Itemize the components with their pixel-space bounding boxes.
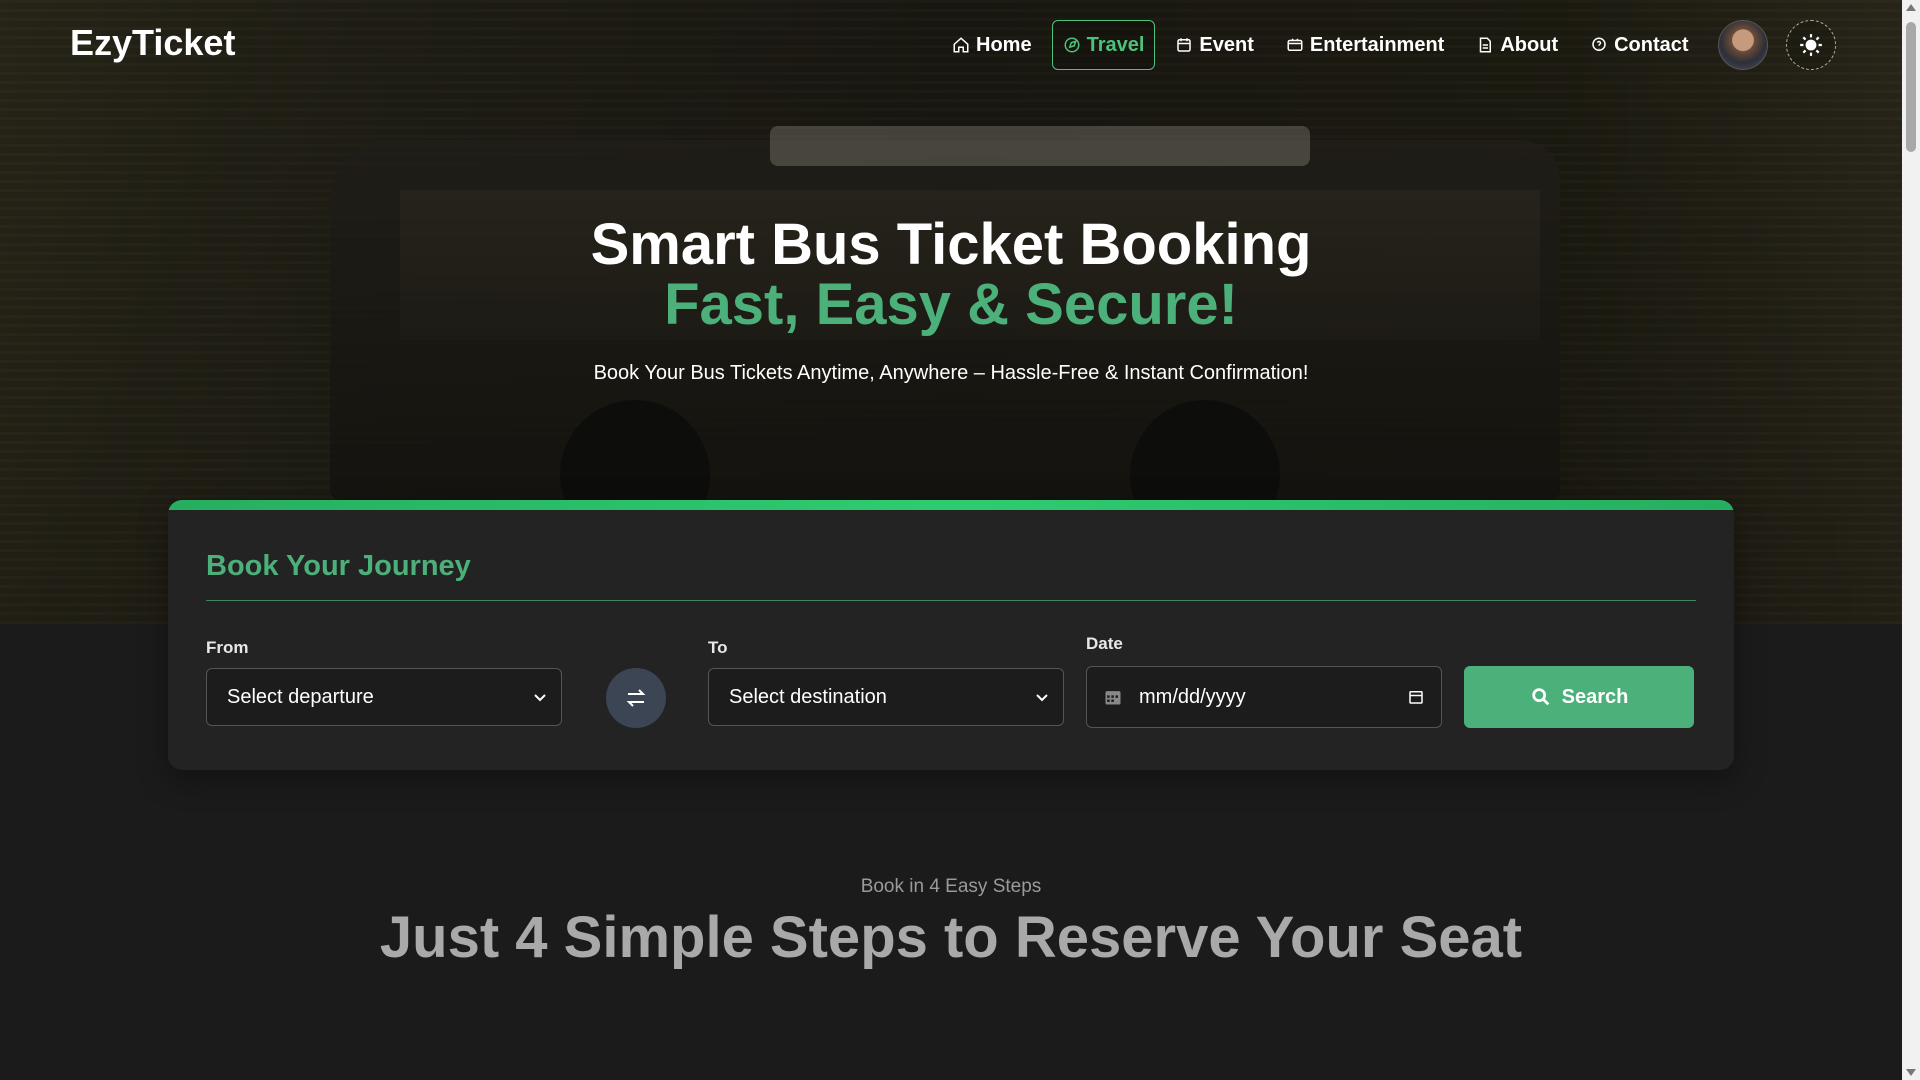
booking-title: Book Your Journey (206, 550, 471, 582)
main-nav: Home Travel Event Entertainment About Co… (940, 20, 1709, 70)
to-label: To (708, 638, 728, 657)
hero-title: Smart Bus Ticket Booking (590, 212, 1312, 277)
nav-item-travel[interactable]: Travel (1051, 20, 1156, 70)
booking-card: Book Your Journey From Select departure … (168, 500, 1734, 770)
from-select-value: Select departure (227, 685, 374, 708)
steps-title: Just 4 Simple Steps to Reserve Your Seat (379, 905, 1523, 970)
to-select[interactable]: Select destination (708, 668, 1064, 726)
nav-item-label: Contact (1614, 33, 1689, 56)
nav-item-contact[interactable]: Contact (1578, 21, 1700, 69)
search-icon (1531, 688, 1549, 706)
to-select-value: Select destination (729, 685, 887, 708)
calendar-icon (1105, 691, 1121, 705)
swap-locations-button[interactable] (606, 668, 666, 728)
nav-item-label: Home (976, 33, 1032, 56)
scroll-down-arrow-icon[interactable] (1906, 1069, 1916, 1076)
theme-toggle-button[interactable] (1786, 20, 1836, 70)
swap-arrows-icon (626, 689, 646, 707)
calendar-icon (1177, 38, 1192, 52)
card-accent-bar (168, 500, 1734, 510)
nav-item-event[interactable]: Event (1163, 21, 1265, 69)
nav-item-about[interactable]: About (1464, 21, 1570, 69)
date-input[interactable]: mm/dd/yyyy (1086, 666, 1442, 728)
page-scrollbar[interactable] (1902, 0, 1920, 1080)
sun-icon (1800, 34, 1822, 56)
home-icon (953, 37, 969, 53)
date-placeholder: mm/dd/yyyy (1139, 685, 1246, 708)
date-picker-icon[interactable] (1407, 687, 1425, 707)
ticket-icon (1287, 38, 1303, 51)
nav-item-entertainment[interactable]: Entertainment (1274, 21, 1456, 69)
steps-kicker: Book in 4 Easy Steps (860, 876, 1042, 897)
nav-item-label: Entertainment (1309, 33, 1445, 56)
nav-item-label: Event (1199, 33, 1254, 56)
hero-subtitle: Book Your Bus Tickets Anytime, Anywhere … (593, 362, 1309, 384)
brand-logo[interactable]: EzyTicket (70, 22, 235, 64)
from-select[interactable]: Select departure (206, 668, 562, 726)
chevron-down-icon (534, 694, 546, 702)
hero-title-accent: Fast, Easy & Secure! (664, 272, 1238, 337)
scroll-thumb[interactable] (1906, 22, 1916, 152)
compass-icon (1064, 37, 1080, 53)
search-button-label: Search (1561, 685, 1629, 708)
search-button[interactable]: Search (1464, 666, 1694, 728)
date-label: Date (1086, 634, 1123, 653)
document-icon (1480, 37, 1492, 53)
scroll-up-arrow-icon[interactable] (1906, 4, 1916, 11)
nav-item-label: Travel (1086, 33, 1145, 56)
divider (206, 600, 1696, 601)
help-circle-icon (1592, 37, 1606, 51)
chevron-down-icon (1036, 694, 1048, 702)
user-avatar[interactable] (1718, 20, 1768, 70)
nav-item-label: About (1500, 33, 1559, 56)
from-label: From (206, 638, 249, 657)
nav-item-home[interactable]: Home (940, 21, 1044, 69)
